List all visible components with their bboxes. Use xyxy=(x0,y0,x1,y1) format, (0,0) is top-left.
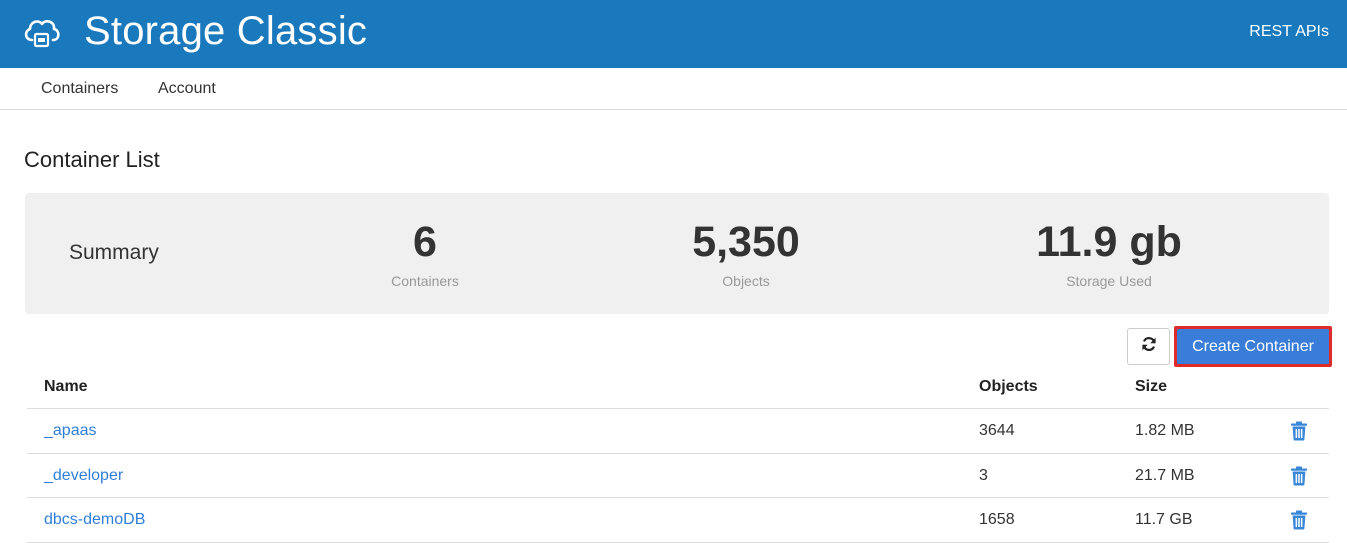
nav-item-account[interactable]: Account xyxy=(158,80,216,98)
stat-containers: 6 Containers xyxy=(305,217,545,289)
object-count: 3 xyxy=(979,466,988,484)
container-table: Name Objects Size _apaas 3644 1.82 MB _d… xyxy=(27,368,1329,543)
container-size: 1.82 MB xyxy=(1135,422,1195,439)
nav-item-containers[interactable]: Containers xyxy=(41,80,118,98)
app-header: Storage Classic REST APIs xyxy=(0,0,1347,68)
stat-value: 11.9 gb xyxy=(1036,218,1182,266)
summary-panel: Summary 6 Containers 5,350 Objects 11.9 … xyxy=(25,193,1329,314)
stat-storage-used: 11.9 gb Storage Used xyxy=(989,217,1229,289)
trash-icon[interactable] xyxy=(1290,466,1308,486)
cloud-storage-icon xyxy=(22,14,62,50)
create-container-button[interactable]: Create Container xyxy=(1174,326,1332,367)
page-title: Container List xyxy=(24,147,160,172)
stat-label: Containers xyxy=(391,273,459,289)
stat-label: Objects xyxy=(722,273,770,289)
summary-label: Summary xyxy=(69,241,159,264)
create-container-label: Create Container xyxy=(1177,329,1329,364)
table-row: _developer 3 21.7 MB xyxy=(27,454,1329,498)
refresh-icon xyxy=(1141,336,1157,357)
table-row: dbcs-demoDB 1658 11.7 GB xyxy=(27,498,1329,543)
app-title: Storage Classic xyxy=(84,9,368,53)
main-nav: Containers Account xyxy=(0,68,1347,110)
object-count: 1658 xyxy=(979,511,1015,528)
stat-value: 6 xyxy=(413,218,437,266)
stat-objects: 5,350 Objects xyxy=(626,217,866,289)
table-row: _apaas 3644 1.82 MB xyxy=(27,409,1329,454)
stat-value: 5,350 xyxy=(692,218,800,266)
object-count: 3644 xyxy=(979,422,1015,439)
column-header-name[interactable]: Name xyxy=(44,378,88,396)
table-header: Name Objects Size xyxy=(27,368,1329,409)
container-name-link[interactable]: dbcs-demoDB xyxy=(44,511,145,529)
container-name-link[interactable]: _developer xyxy=(44,467,123,485)
container-size: 11.7 GB xyxy=(1135,511,1193,528)
stat-label: Storage Used xyxy=(1066,273,1152,289)
trash-icon[interactable] xyxy=(1290,421,1308,441)
refresh-button[interactable] xyxy=(1127,328,1170,365)
column-header-objects[interactable]: Objects xyxy=(979,378,1038,396)
column-header-size[interactable]: Size xyxy=(1135,378,1167,396)
container-name-link[interactable]: _apaas xyxy=(44,422,97,440)
trash-icon[interactable] xyxy=(1290,510,1308,530)
rest-apis-link[interactable]: REST APIs xyxy=(1249,23,1329,41)
container-size: 21.7 MB xyxy=(1135,466,1195,484)
